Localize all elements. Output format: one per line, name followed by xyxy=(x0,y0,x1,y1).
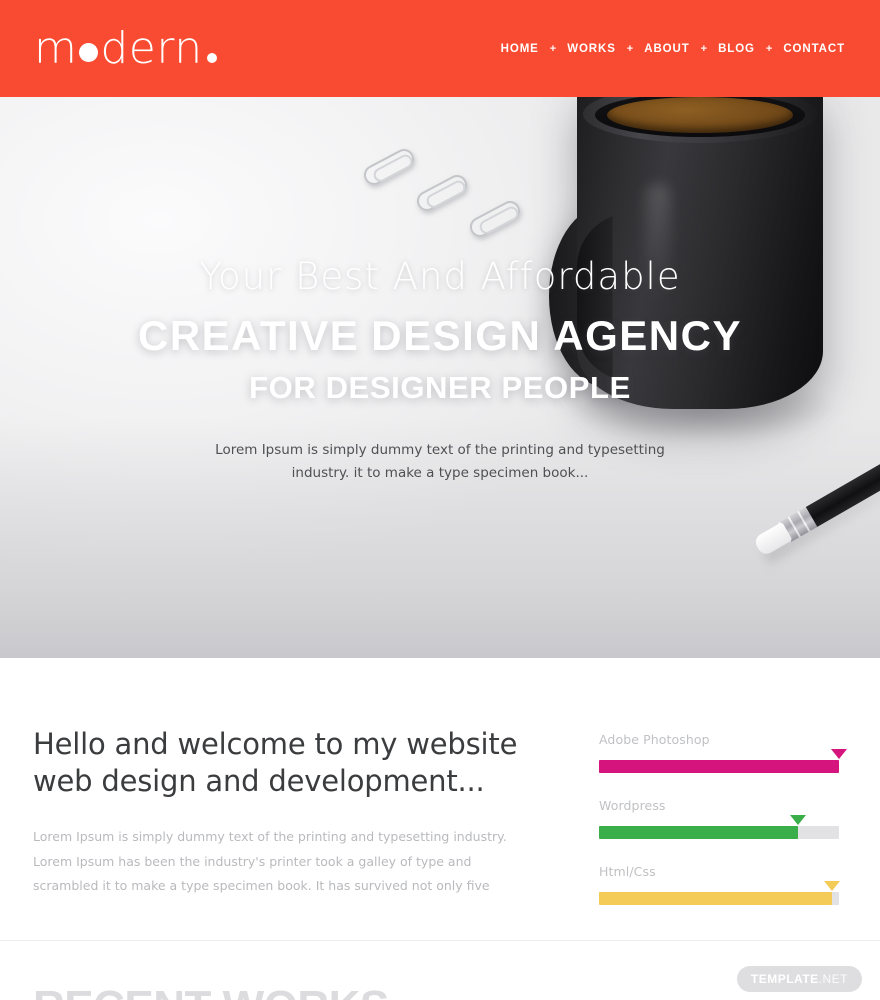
hero-title-word-2: DESIGN xyxy=(371,311,542,359)
watermark-light-text: .NET xyxy=(818,972,848,986)
nav-separator-icon: + xyxy=(765,42,773,55)
hero-paragraph: Lorem Ipsum is simply dummy text of the … xyxy=(215,441,665,482)
skills-list: Adobe Photoshop Wordpress Html/Css xyxy=(599,726,847,940)
nav-item-works[interactable]: WORKS xyxy=(566,39,617,59)
skill-item-wordpress: Wordpress xyxy=(599,798,845,839)
hero-section: Your Best And Affordable CREATIVE DESIGN A… xyxy=(0,97,880,658)
nav-item-contact[interactable]: CONTACT xyxy=(782,39,846,59)
hero-title: CREATIVE DESIGN AGENCY xyxy=(138,312,742,359)
about-paragraph: Lorem Ipsum is simply dummy text of the … xyxy=(33,829,507,893)
skill-label: Wordpress xyxy=(599,798,666,813)
hero-title-word-3: AGENCY xyxy=(553,311,742,359)
skill-item-html-css: Html/Css xyxy=(599,864,845,905)
skill-progress-fill xyxy=(599,760,839,773)
hero-subtitle: FOR DESIGNER PEOPLE xyxy=(249,369,631,405)
logo-text-a: m xyxy=(34,22,78,74)
watermark-bold-text: TEMPLATE xyxy=(750,972,819,986)
skill-progress-fill xyxy=(599,826,799,839)
logo-text-b: dern xyxy=(100,22,203,74)
skill-percent-marker-icon xyxy=(823,881,840,891)
about-text-column: Hello and welcome to my website web desi… xyxy=(33,726,533,940)
about-heading: Hello and welcome to my website web desi… xyxy=(33,727,518,799)
hero-copy: Your Best And Affordable CREATIVE DESIGN A… xyxy=(0,97,880,658)
nav-separator-icon: + xyxy=(626,42,634,55)
nav-item-about[interactable]: ABOUT xyxy=(643,39,690,59)
skill-progress-track xyxy=(599,881,840,905)
skill-progress-track xyxy=(599,815,839,839)
site-logo[interactable]: m dern xyxy=(34,22,217,74)
nav-separator-icon: + xyxy=(549,42,557,55)
about-section: Hello and welcome to my website web desi… xyxy=(0,658,880,940)
main-navigation[interactable]: HOME + WORKS + ABOUT + BLOG + CONTACT xyxy=(500,39,846,59)
skill-percent-marker-icon xyxy=(831,749,847,759)
skill-progress-track xyxy=(599,749,847,773)
skill-item-adobe-photoshop: Adobe Photoshop xyxy=(599,732,847,773)
nav-item-blog[interactable]: BLOG xyxy=(717,39,756,59)
hero-title-word-1: CREATIVE xyxy=(138,311,360,359)
skill-label: Html/Css xyxy=(599,864,656,879)
skill-percent-marker-icon xyxy=(790,815,807,825)
logo-dot-icon xyxy=(206,52,217,63)
logo-circle-o-icon xyxy=(79,42,99,62)
nav-item-home[interactable]: HOME xyxy=(500,39,540,59)
hero-kicker: Your Best And Affordable xyxy=(199,255,681,298)
skill-progress-fill xyxy=(599,892,832,905)
nav-separator-icon: + xyxy=(700,42,708,55)
template-net-watermark: TEMPLATE .NET xyxy=(736,966,862,992)
skill-label: Adobe Photoshop xyxy=(599,732,710,747)
site-header: m dern HOME + WORKS + ABOUT + BLOG + CON… xyxy=(0,0,880,97)
recent-works-title: RECENT WORKS xyxy=(33,985,389,1000)
